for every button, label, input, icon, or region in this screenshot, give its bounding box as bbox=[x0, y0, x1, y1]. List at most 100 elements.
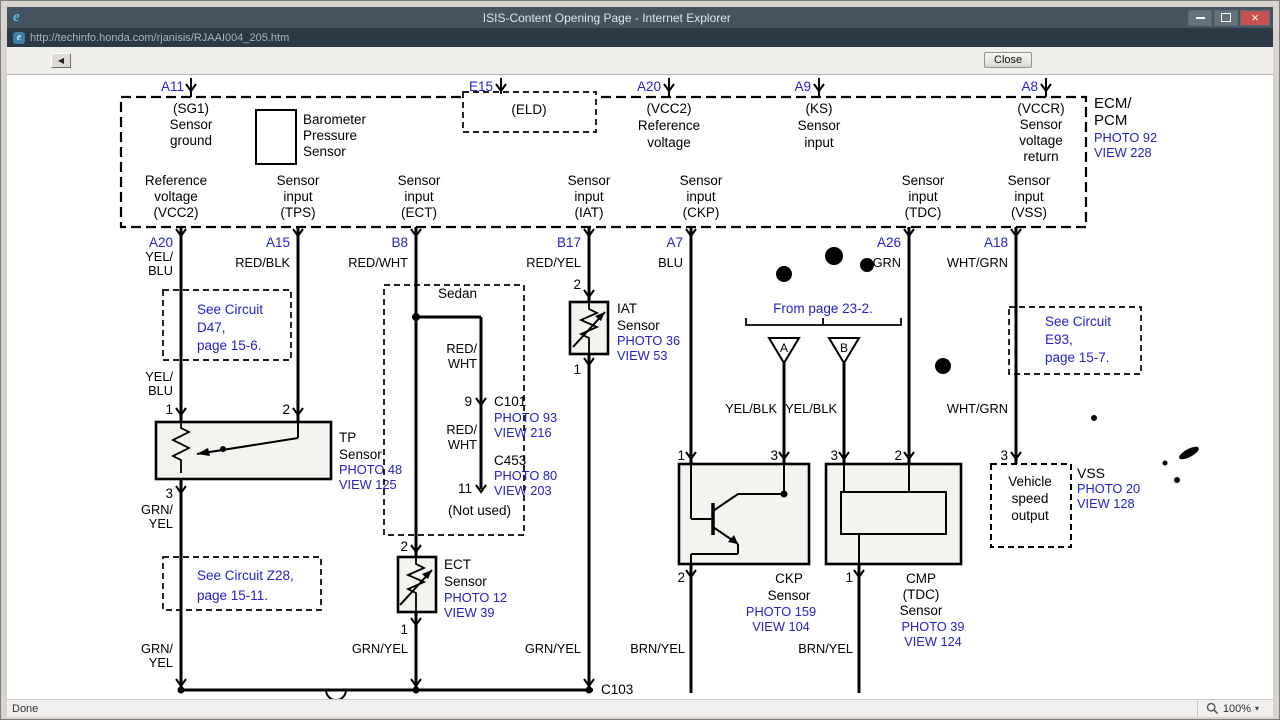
ect-view-link[interactable]: VIEW 39 bbox=[444, 605, 495, 620]
label-row: (TPS) bbox=[280, 205, 315, 220]
ckp-view-link[interactable]: VIEW 104 bbox=[752, 619, 810, 634]
url-field[interactable]: http://techinfo.honda.com/rjanisis/RJAAI… bbox=[30, 32, 289, 44]
maximize-button[interactable] bbox=[1214, 9, 1238, 26]
toolbar: ◀ Close bbox=[7, 47, 1273, 75]
label-eld: (ELD) bbox=[511, 102, 546, 117]
address-bar: e http://techinfo.honda.com/rjanisis/RJA… bbox=[7, 28, 1273, 47]
ckp-photo-link[interactable]: PHOTO 159 bbox=[746, 604, 816, 619]
ckp-sensor-box bbox=[677, 462, 811, 566]
label-row: (IAT) bbox=[575, 205, 604, 220]
iat-photo-link[interactable]: PHOTO 36 bbox=[617, 333, 680, 348]
tp-photo-link[interactable]: PHOTO 48 bbox=[339, 462, 402, 477]
label-row: (VSS) bbox=[1011, 205, 1047, 220]
close-icon: × bbox=[1251, 10, 1259, 25]
minimize-button[interactable] bbox=[1188, 9, 1212, 26]
see-circuit-d47-link[interactable]: See Circuit bbox=[197, 302, 263, 317]
wire-color: WHT bbox=[448, 356, 477, 371]
see-circuit-d47-link[interactable]: D47, bbox=[197, 320, 226, 335]
pin-number: 11 bbox=[458, 481, 472, 496]
label-row: (ECT) bbox=[401, 205, 437, 220]
pin-a8[interactable]: A8 bbox=[1021, 79, 1038, 94]
pin-number: 2 bbox=[400, 539, 408, 554]
pin-number: 3 bbox=[830, 448, 838, 463]
wire-color: GRN/YEL bbox=[352, 641, 408, 656]
cmp-photo-link[interactable]: PHOTO 39 bbox=[901, 619, 964, 634]
close-page-button[interactable]: Close bbox=[984, 52, 1033, 68]
cmp-sensor-label: (TDC) bbox=[903, 587, 940, 602]
ect-photo-link[interactable]: PHOTO 12 bbox=[444, 590, 507, 605]
iat-view-link[interactable]: VIEW 53 bbox=[617, 348, 668, 363]
pin-a20[interactable]: A20 bbox=[149, 235, 173, 250]
pin-a18[interactable]: A18 bbox=[984, 235, 1008, 250]
close-window-button[interactable]: × bbox=[1240, 9, 1270, 26]
from-page-link[interactable]: From page 23-2. bbox=[773, 301, 873, 316]
pin-b8[interactable]: B8 bbox=[391, 235, 408, 250]
pin-a20-top[interactable]: A20 bbox=[637, 79, 661, 94]
label-sensor-voltage-return: voltage bbox=[1019, 133, 1063, 148]
pin-number: 2 bbox=[894, 448, 902, 463]
label-ref-voltage: Reference bbox=[638, 118, 700, 133]
see-circuit-e93-link[interactable]: See Circuit bbox=[1045, 314, 1111, 329]
junction-dot bbox=[220, 446, 226, 452]
pin-number: 3 bbox=[165, 486, 173, 501]
connector-c101: C101 bbox=[494, 394, 526, 409]
back-button[interactable]: ◀ bbox=[51, 53, 71, 68]
pin-a11[interactable]: A11 bbox=[161, 79, 184, 94]
see-circuit-z28-link[interactable]: See Circuit Z28, bbox=[197, 568, 294, 583]
wire-color: GRN/ bbox=[141, 502, 173, 517]
pin-number: 1 bbox=[400, 622, 408, 637]
c101-view-link[interactable]: VIEW 216 bbox=[494, 425, 552, 440]
wire-color: GRN/ bbox=[141, 641, 173, 656]
see-circuit-z28-link[interactable]: page 15-11. bbox=[197, 588, 268, 603]
pin-a15[interactable]: A15 bbox=[266, 235, 290, 250]
wire-color: RED/YEL bbox=[526, 255, 581, 270]
page-icon: e bbox=[13, 31, 25, 44]
c453-view-link[interactable]: VIEW 203 bbox=[494, 483, 552, 498]
c101-photo-link[interactable]: PHOTO 93 bbox=[494, 410, 557, 425]
status-bar: Done 100% ▾ bbox=[7, 699, 1273, 717]
content-area: A11 E15 A20 A9 A8 (SG1) Sensor ground Ba… bbox=[7, 75, 1273, 699]
wire-color: WHT bbox=[448, 437, 477, 452]
label-ref-voltage: voltage bbox=[647, 135, 691, 150]
label-barometer: Sensor bbox=[303, 144, 346, 159]
pin-number: 1 bbox=[573, 362, 581, 377]
barometer-sensor-box bbox=[255, 109, 297, 165]
see-circuit-e93-link[interactable]: page 15-7. bbox=[1045, 350, 1110, 365]
ecm-view-link[interactable]: VIEW 228 bbox=[1094, 145, 1152, 160]
pin-a9[interactable]: A9 bbox=[794, 79, 811, 94]
vss-label: VSS bbox=[1077, 465, 1105, 481]
ecm-photo-link[interactable]: PHOTO 92 bbox=[1094, 130, 1157, 145]
pin-number: 9 bbox=[464, 394, 472, 409]
vss-photo-link[interactable]: PHOTO 20 bbox=[1077, 481, 1140, 496]
label-row: Sensor bbox=[902, 173, 945, 188]
see-circuit-e93-link[interactable]: E93, bbox=[1045, 332, 1073, 347]
c453-photo-link[interactable]: PHOTO 80 bbox=[494, 468, 557, 483]
pin-number: 1 bbox=[677, 448, 685, 463]
cmp-view-link[interactable]: VIEW 124 bbox=[904, 634, 962, 649]
junction-dot bbox=[780, 490, 788, 498]
sedan-label: Sedan bbox=[438, 286, 477, 301]
label-vcc2: (VCC2) bbox=[646, 101, 691, 116]
pin-e15[interactable]: E15 bbox=[469, 79, 493, 94]
junction-dot bbox=[412, 313, 420, 321]
wire-color: RED/ bbox=[446, 422, 477, 437]
cmp-sensor-label: CMP bbox=[906, 571, 936, 586]
label-row: Reference bbox=[145, 173, 207, 188]
label-row: Sensor bbox=[680, 173, 723, 188]
vss-box-label: output bbox=[1011, 508, 1049, 523]
wire-color: YEL/ bbox=[145, 369, 173, 384]
pin-a7[interactable]: A7 bbox=[666, 235, 683, 250]
tp-view-link[interactable]: VIEW 125 bbox=[339, 477, 397, 492]
pin-number: 2 bbox=[282, 402, 290, 417]
wire-color: RED/BLK bbox=[235, 255, 290, 270]
see-circuit-d47-link[interactable]: page 15-6. bbox=[197, 338, 262, 353]
triangle-a-label: A bbox=[780, 341, 788, 355]
pin-b17[interactable]: B17 bbox=[557, 235, 581, 250]
wire-color: WHT/GRN bbox=[947, 401, 1008, 416]
wire-color: BRN/YEL bbox=[630, 641, 685, 656]
label-barometer: Pressure bbox=[303, 128, 357, 143]
vss-view-link[interactable]: VIEW 128 bbox=[1077, 496, 1135, 511]
pin-a26[interactable]: A26 bbox=[877, 235, 901, 250]
pin-number: 2 bbox=[677, 570, 685, 585]
zoom-control[interactable]: 100% ▾ bbox=[1196, 700, 1273, 717]
